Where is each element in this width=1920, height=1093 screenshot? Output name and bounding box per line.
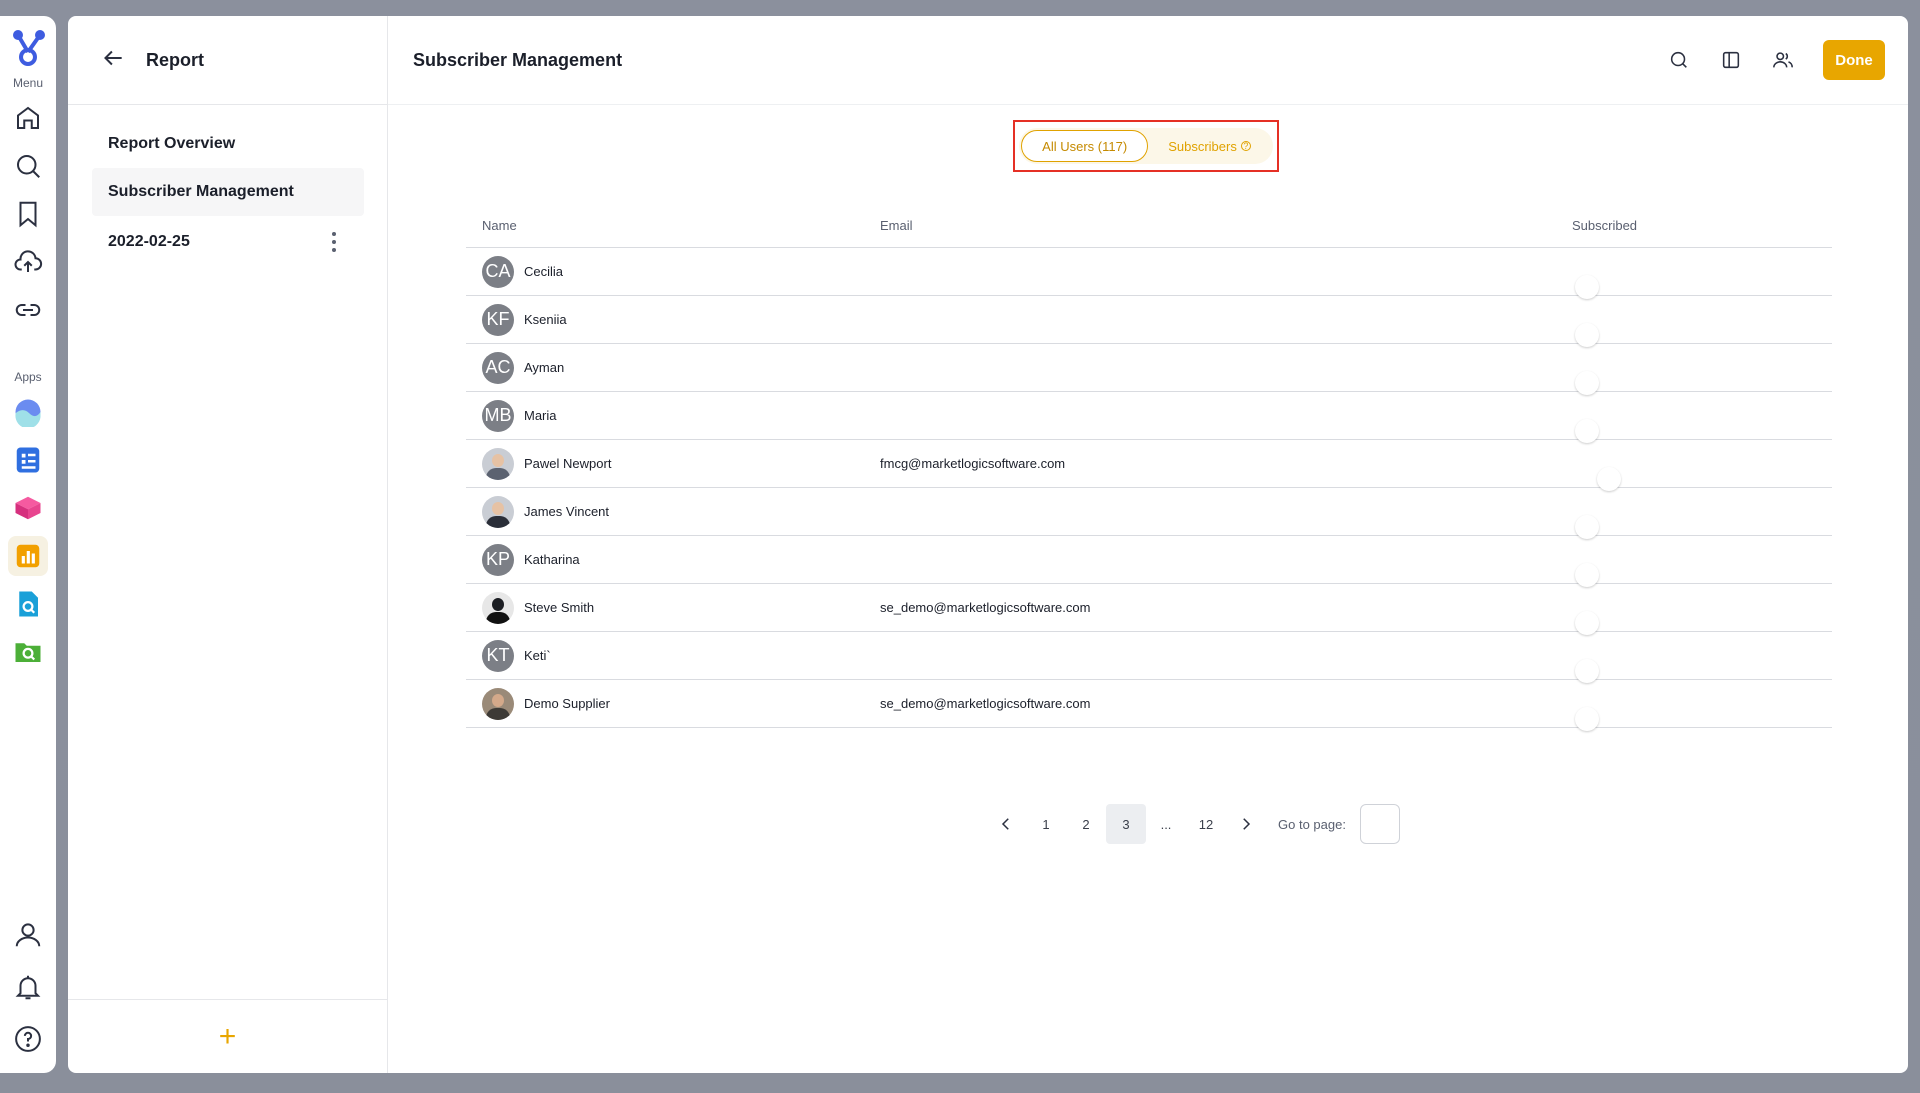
subscriber-pane: Subscriber Management Done All Users (11… — [388, 16, 1908, 1073]
more-options-icon[interactable] — [324, 232, 344, 252]
avatar: MB — [482, 399, 514, 432]
nav-item-label: 2022-02-25 — [108, 233, 190, 250]
done-button[interactable]: Done — [1823, 40, 1885, 80]
user-filter-toggle: All Users (117) Subscribers ? — [1019, 128, 1273, 164]
back-arrow-icon[interactable] — [100, 45, 126, 76]
panel-toggle-icon[interactable] — [1711, 40, 1751, 80]
user-name: James Vincent — [524, 504, 610, 519]
user-name: Steve Smith — [524, 600, 595, 615]
avatar: KP — [482, 543, 514, 576]
main-card: Report Report Overview Subscriber Manage… — [68, 16, 1908, 1073]
column-header-email[interactable]: Email — [880, 218, 1572, 233]
user-name: Pawel Newport — [524, 456, 612, 471]
user-name: Ayman — [524, 360, 565, 375]
user-name: Demo Supplier — [524, 696, 610, 711]
avatar-photo — [482, 687, 514, 720]
apps-caption: Apps — [14, 370, 42, 384]
avatar-photo — [482, 495, 514, 528]
user-email: fmcg@marketlogicsoftware.com — [880, 456, 1066, 471]
app-logo-icon[interactable] — [6, 24, 50, 68]
nav-item-subscriber-management[interactable]: Subscriber Management — [92, 168, 364, 216]
avatar: KF — [482, 303, 514, 336]
users-icon[interactable] — [1763, 40, 1803, 80]
nav-item-report-overview[interactable]: Report Overview — [92, 120, 364, 168]
bookmark-icon[interactable] — [8, 194, 48, 234]
table-row: AC Ayman — [466, 344, 1832, 395]
search-icon[interactable] — [1659, 40, 1699, 80]
column-header-name[interactable]: Name — [466, 218, 880, 233]
avatar-photo — [482, 447, 514, 480]
page-3-current[interactable]: 3 — [1106, 804, 1146, 844]
goto-page-label: Go to page: — [1278, 816, 1346, 832]
avatar: KT — [482, 639, 514, 672]
add-page-button[interactable]: + — [219, 1021, 237, 1052]
wave-app-icon[interactable] — [8, 392, 48, 432]
page-12[interactable]: 12 — [1186, 804, 1226, 844]
form-app-icon[interactable] — [8, 440, 48, 480]
subscribers-tab-label: Subscribers — [1168, 138, 1237, 154]
table-row: MB Maria — [466, 392, 1832, 443]
user-name: Kseniia — [524, 312, 567, 327]
table-header: Name Email Subscribed — [466, 204, 1832, 248]
nav-item-2022-02-25[interactable]: 2022-02-25 — [92, 218, 364, 266]
table-row: Pawel Newport fmcg@marketlogicsoftware.c… — [466, 440, 1832, 491]
upload-icon[interactable] — [8, 242, 48, 282]
user-filter-highlight: All Users (117) Subscribers ? — [1013, 120, 1279, 172]
subscriber-header: Subscriber Management Done — [388, 16, 1908, 105]
report-nav-header: Report — [68, 16, 387, 105]
chart-app-icon[interactable] — [8, 536, 48, 576]
doc-search-app-icon[interactable] — [8, 584, 48, 624]
header-actions: Done — [1647, 40, 1885, 80]
avatar: AC — [482, 351, 514, 384]
table-row: KF Kseniia — [466, 296, 1832, 347]
column-header-subscribed[interactable]: Subscribed — [1572, 218, 1832, 233]
avatar-photo — [482, 591, 514, 624]
home-icon[interactable] — [8, 98, 48, 138]
folder-search-app-icon[interactable] — [8, 632, 48, 672]
avatar: CA — [482, 255, 514, 288]
nav-footer: + — [68, 999, 387, 1073]
table-row: KT Keti` — [466, 632, 1832, 683]
bell-icon[interactable] — [8, 967, 48, 1007]
user-name: Maria — [524, 408, 557, 423]
app-rail: Menu Apps — [0, 16, 56, 1073]
user-email: se_demo@marketlogicsoftware.com — [880, 600, 1091, 615]
page-title: Subscriber Management — [413, 49, 623, 70]
table-row: CA Cecilia — [466, 248, 1832, 299]
subscribers-tab[interactable]: Subscribers ? — [1148, 130, 1271, 162]
pagination: 1 2 3 ... 12 Go to page: — [986, 804, 1400, 844]
page-1[interactable]: 1 — [1026, 804, 1066, 844]
table-row: Steve Smith se_demo@marketlogicsoftware.… — [466, 584, 1832, 635]
help-icon[interactable] — [8, 1019, 48, 1059]
nav-item-label: Subscriber Management — [108, 183, 294, 200]
table-row: KP Katharina — [466, 536, 1832, 587]
table-row: Demo Supplier se_demo@marketlogicsoftwar… — [466, 680, 1832, 731]
nav-item-label: Report Overview — [108, 135, 236, 152]
prev-page-icon[interactable] — [986, 804, 1026, 844]
user-email: se_demo@marketlogicsoftware.com — [880, 696, 1091, 711]
page-ellipsis: ... — [1160, 816, 1172, 832]
next-page-icon[interactable] — [1226, 804, 1266, 844]
user-name: Keti` — [524, 648, 551, 663]
user-name: Cecilia — [524, 264, 564, 279]
report-nav-pane: Report Report Overview Subscriber Manage… — [68, 16, 388, 1073]
user-name: Katharina — [524, 552, 580, 567]
link-icon[interactable] — [8, 290, 48, 330]
users-table: Name Email Subscribed CA Cecilia KF Ksenii… — [466, 204, 1832, 731]
goto-page-input[interactable] — [1359, 804, 1400, 844]
page-2[interactable]: 2 — [1066, 804, 1106, 844]
table-row: James Vincent — [466, 488, 1832, 539]
menu-caption: Menu — [12, 76, 44, 90]
cube-app-icon[interactable] — [8, 488, 48, 528]
report-title: Report — [146, 49, 204, 70]
user-icon[interactable] — [8, 915, 48, 955]
info-icon: ? — [1240, 141, 1251, 151]
all-users-tab[interactable]: All Users (117) — [1021, 130, 1149, 162]
search-icon[interactable] — [8, 146, 48, 186]
